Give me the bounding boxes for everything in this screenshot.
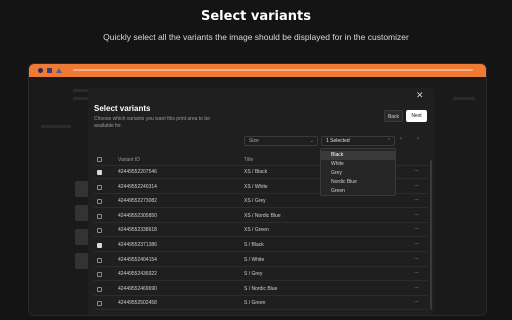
row-menu-button[interactable]: ···: [414, 168, 419, 174]
row-menu-button[interactable]: ···: [414, 212, 419, 218]
row-checkbox[interactable]: [97, 184, 102, 190]
browser-window: Select variants Choose which variants yo…: [28, 63, 487, 316]
row-divider: [94, 207, 428, 209]
variant-id-cell: 42449552305850: [118, 212, 157, 219]
row-checkbox[interactable]: [97, 286, 102, 292]
variant-select-label: 1 Selected: [326, 138, 350, 144]
row-menu-button[interactable]: ···: [414, 226, 419, 232]
variant-id-cell: 42449552404154: [118, 256, 157, 263]
column-header-title: Title: [244, 157, 254, 163]
size-select[interactable]: Size ⌄: [244, 136, 318, 146]
page-headline: Select variants: [201, 9, 311, 24]
row-checkbox[interactable]: [97, 213, 102, 219]
variant-id-cell: 42449552371386: [118, 242, 157, 248]
dropdown-option[interactable]: Green: [321, 187, 395, 196]
row-checkbox[interactable]: [97, 257, 102, 263]
circle-icon: [38, 68, 43, 73]
variant-dropdown-menu: Black White Grey Nordic Blue Green: [320, 148, 396, 196]
pager-next-button[interactable]: ›: [417, 136, 419, 142]
row-menu-button[interactable]: ···: [414, 270, 419, 276]
row-checkbox[interactable]: [97, 243, 102, 248]
variant-title-cell: XS / Green: [244, 227, 269, 234]
variant-title-cell: S / Nordic Blue: [244, 285, 278, 292]
next-button[interactable]: Next: [406, 110, 427, 122]
row-checkbox[interactable]: [97, 228, 102, 234]
variant-select[interactable]: 1 Selected ⌃: [321, 136, 395, 146]
row-divider: [94, 221, 428, 223]
url-bar[interactable]: [73, 69, 473, 71]
row-menu-button[interactable]: ···: [414, 299, 419, 305]
pager-prev-button[interactable]: ‹: [400, 136, 402, 142]
variant-id-cell: 42449552436922: [118, 271, 157, 278]
row-divider: [94, 251, 428, 252]
variant-id-cell: 42449552338618: [118, 227, 157, 234]
row-checkbox[interactable]: [97, 170, 102, 175]
variant-title-cell: S / Green: [244, 300, 266, 307]
row-divider: [94, 294, 428, 296]
select-variants-modal: Select variants Choose which variants yo…: [88, 88, 434, 315]
variant-id-cell: 42449552273082: [118, 198, 157, 205]
dropdown-option[interactable]: Grey: [321, 169, 395, 178]
back-button[interactable]: Back: [384, 110, 403, 122]
dropdown-option[interactable]: Black: [321, 151, 395, 160]
column-header-variant-id: Variant ID: [118, 157, 140, 163]
variant-title-cell: S / Black: [244, 242, 264, 248]
select-all-checkbox[interactable]: [97, 157, 102, 162]
row-checkbox[interactable]: [97, 301, 102, 307]
scrollbar[interactable]: [430, 160, 432, 310]
page-subtitle: Quickly select all the variants the imag…: [103, 32, 409, 42]
modal-title: Select variants: [94, 104, 151, 113]
close-icon[interactable]: ✕: [416, 90, 424, 101]
row-divider: [94, 309, 428, 311]
size-select-label: Size: [249, 138, 259, 144]
row-menu-button[interactable]: ···: [414, 256, 419, 262]
variant-title-cell: S / Grey: [244, 271, 263, 278]
dropdown-option[interactable]: Nordic Blue: [321, 178, 395, 187]
row-menu-button[interactable]: ···: [414, 241, 419, 247]
square-icon: [47, 68, 52, 73]
row-checkbox[interactable]: [97, 199, 102, 205]
variant-title-cell: XS / White: [244, 183, 268, 190]
variant-id-cell: 42449552240314: [118, 183, 157, 190]
variant-id-cell: 42449552502458: [118, 300, 157, 307]
variant-title-cell: XS / Black: [244, 169, 268, 175]
row-checkbox[interactable]: [97, 272, 102, 278]
variant-title-cell: XS / Nordic Blue: [244, 212, 281, 219]
row-divider: [94, 280, 428, 282]
variant-id-cell: 42449552469690: [118, 285, 157, 292]
row-divider: [94, 265, 428, 267]
modal-description: Choose which variants you want this prin…: [94, 116, 210, 129]
row-menu-button[interactable]: ···: [414, 285, 419, 291]
variant-title-cell: S / White: [244, 256, 265, 263]
row-menu-button[interactable]: ···: [414, 183, 419, 189]
variant-title-cell: XS / Grey: [244, 198, 266, 205]
browser-titlebar: [29, 64, 486, 77]
row-divider: [94, 236, 428, 238]
variant-id-cell: 42449552207546: [118, 169, 157, 175]
triangle-icon: [56, 68, 62, 73]
dropdown-option[interactable]: White: [321, 160, 395, 169]
row-menu-button[interactable]: ···: [414, 197, 419, 203]
chevron-up-icon: ⌃: [386, 138, 391, 144]
chevron-down-icon: ⌄: [309, 138, 314, 144]
